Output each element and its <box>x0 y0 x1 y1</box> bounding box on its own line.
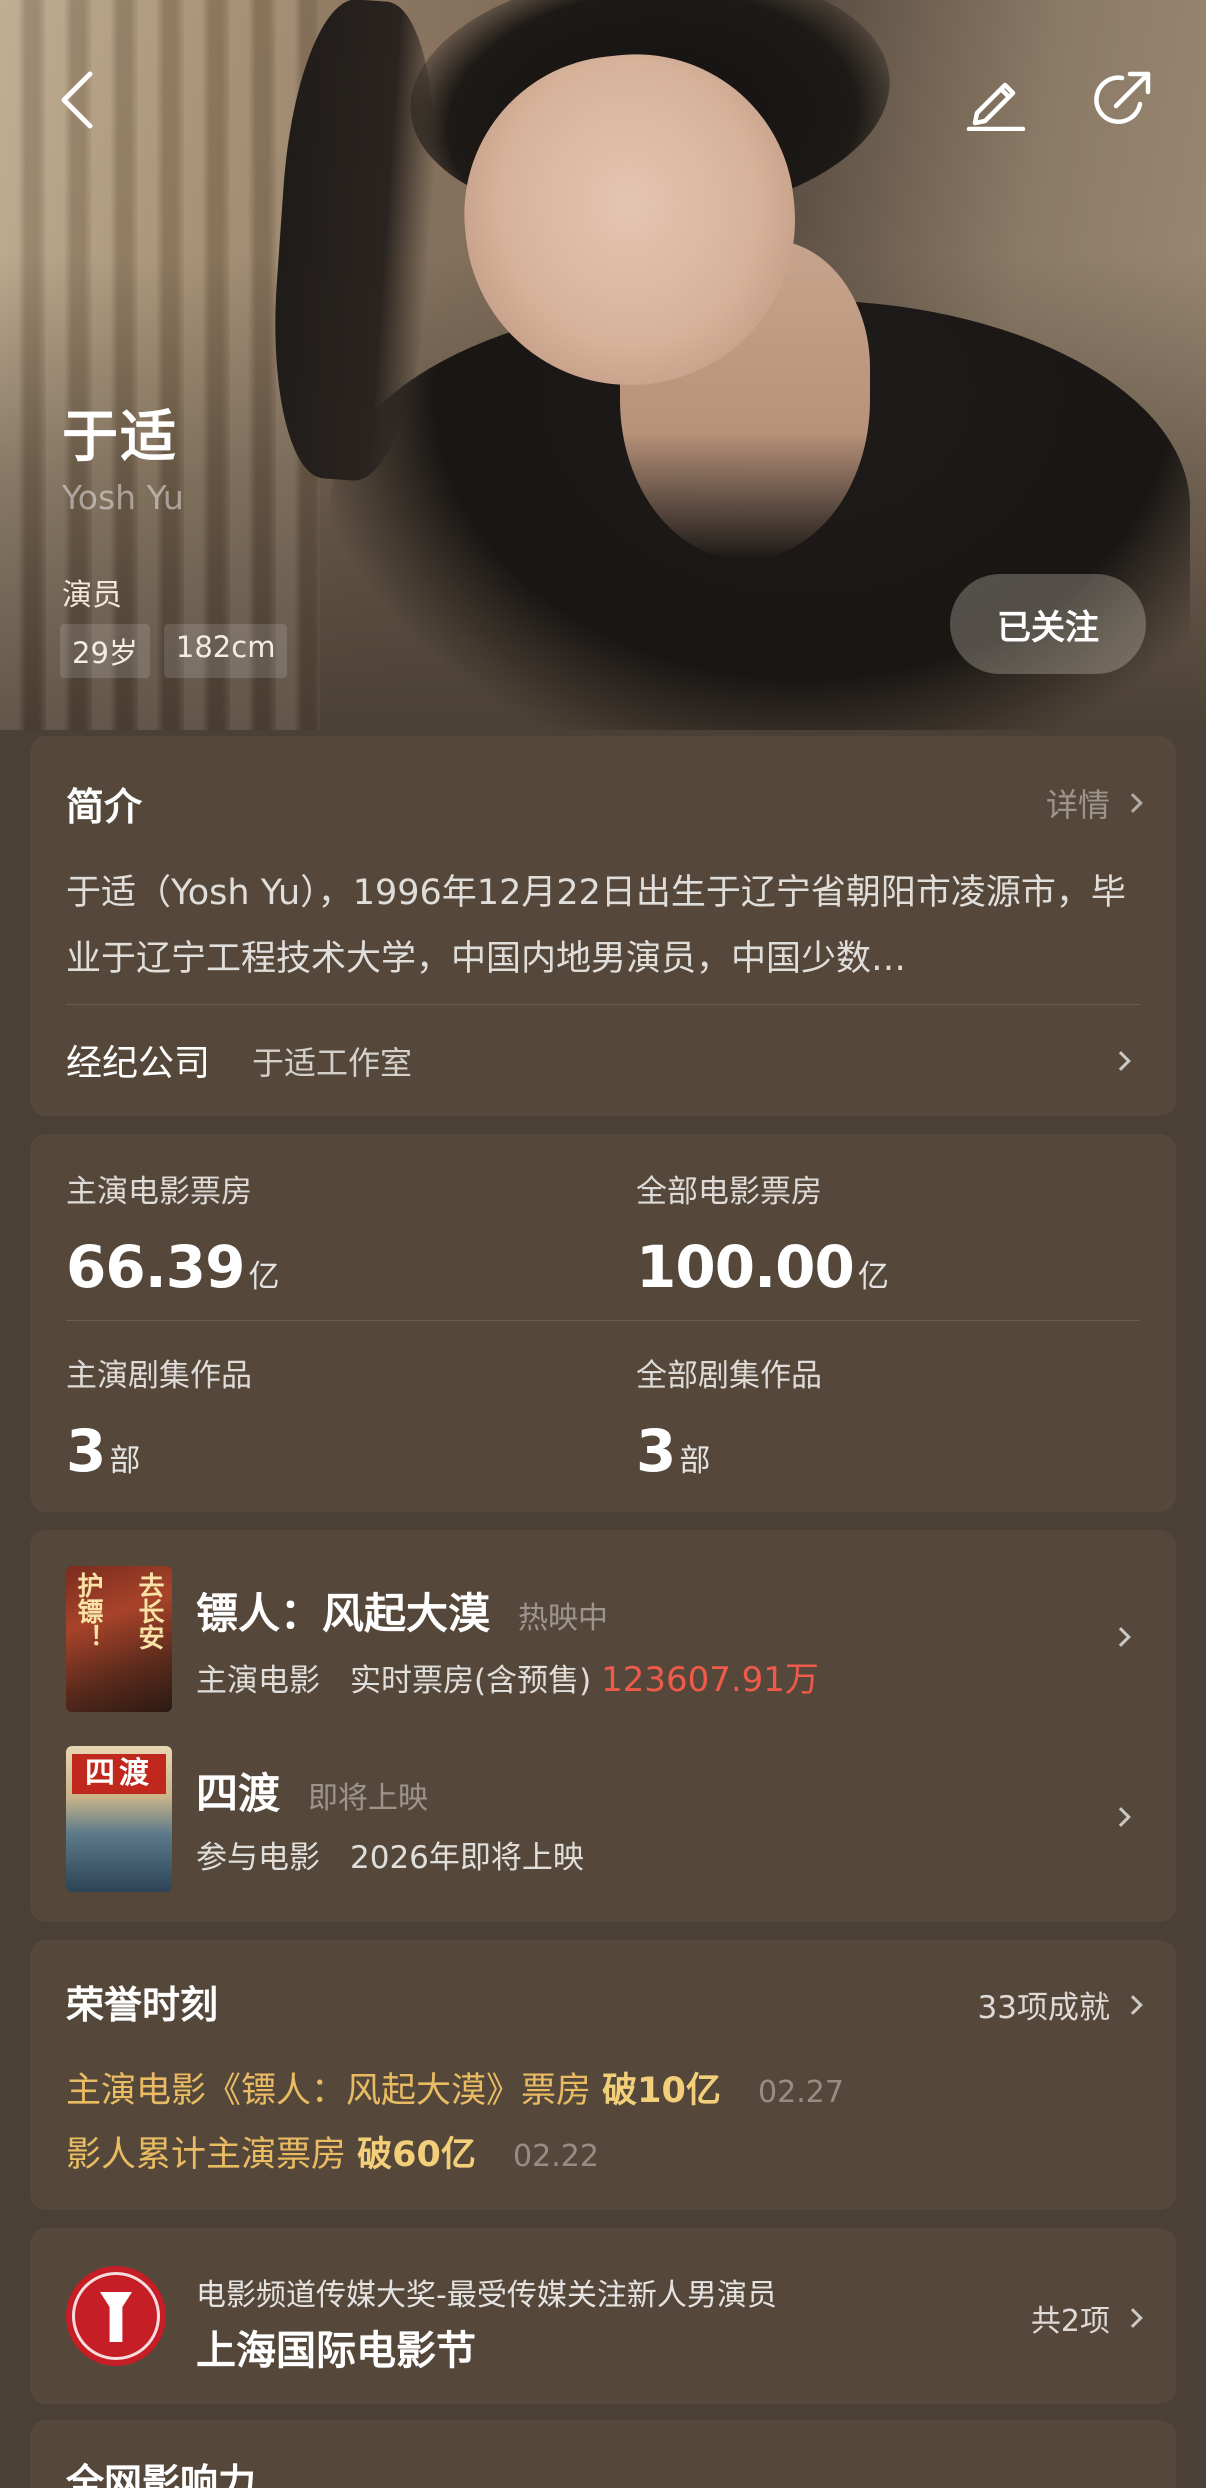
poster-text: 四渡 <box>72 1754 166 1794</box>
intro-detail-link[interactable]: 详情 <box>1045 780 1143 826</box>
stat-value: 100.00 <box>636 1233 855 1301</box>
award-count-link[interactable]: 共2项 <box>1030 2296 1143 2340</box>
stat-all-film-box-office[interactable]: 全部电影票房 100.00 亿 <box>636 1166 889 1301</box>
influence-card: 全网影响力 <box>30 2420 1176 2488</box>
actor-name: 于适 <box>62 405 178 470</box>
honor-text: 影人累计主演票房 <box>66 2135 347 2175</box>
chevron-right-icon[interactable] <box>1111 1051 1131 1071</box>
award-count: 共2项 <box>1030 2304 1110 2339</box>
movie-poster: 护镖！ 去长安 <box>66 1566 172 1712</box>
award-subtitle: 电影频道传媒大奖-最受传媒关注新人男演员 <box>196 2278 777 2313</box>
honors-title: 荣誉时刻 <box>66 1983 219 2027</box>
hero-banner: 于适 Yosh Yu 演员 29岁 182cm 已关注 <box>0 0 1206 730</box>
poster-text: 护镖！ <box>73 1572 103 1650</box>
stat-unit: 部 <box>109 1443 140 1479</box>
chevron-right-icon <box>1123 2308 1143 2328</box>
stat-value: 66.39 <box>66 1233 245 1301</box>
work-info-label: 2026年即将上映 <box>350 1840 584 1876</box>
award-title: 上海国际电影节 <box>196 2328 476 2374</box>
work-info-label: 实时票房(含预售) <box>350 1663 592 1699</box>
chevron-right-icon <box>1123 1994 1143 2015</box>
work-item[interactable]: 护镖！ 去长安 镖人：风起大漠 热映中 主演电影 实时票房(含预售) 123607.… <box>66 1566 1140 1712</box>
work-item[interactable]: 四渡 四渡 即将上映 参与电影 2026年即将上映 <box>66 1746 1140 1892</box>
honor-item[interactable]: 主演电影《镖人：风起大漠》票房 破10亿 02.27 <box>66 2062 844 2113</box>
stat-value: 3 <box>66 1417 106 1485</box>
actor-role: 演员 <box>62 578 122 613</box>
actor-profile-page: 于适 Yosh Yu 演员 29岁 182cm 已关注 简介 详情 于适（Yos… <box>0 0 1206 2488</box>
stat-label: 主演电影票房 <box>66 1174 252 1210</box>
work-status: 热映中 <box>518 1601 609 1636</box>
award-card[interactable]: 电影频道传媒大奖-最受传媒关注新人男演员 上海国际电影节 共2项 <box>30 2228 1176 2404</box>
work-type: 主演电影 <box>196 1663 320 1699</box>
stat-value: 3 <box>636 1417 676 1485</box>
chevron-right-icon <box>1123 793 1143 813</box>
influence-title: 全网影响力 <box>66 2461 257 2488</box>
honor-date: 02.27 <box>758 2075 844 2110</box>
stat-unit: 亿 <box>857 1259 889 1295</box>
honors-count-link[interactable]: 33项成就 <box>977 1982 1143 2027</box>
box-office-value: 123607.91万 <box>601 1660 819 1700</box>
intro-card: 简介 详情 于适（Yosh Yu），1996年12月22日出生于辽宁省朝阳市凌源… <box>30 736 1176 1116</box>
stat-all-series[interactable]: 全部剧集作品 3部 <box>636 1350 822 1485</box>
agency-label: 经纪公司 <box>66 1043 211 1084</box>
back-arrow-icon <box>61 71 93 129</box>
film-festival-logo-icon <box>66 2266 166 2366</box>
work-type: 参与电影 <box>196 1840 320 1876</box>
chevron-right-icon <box>1111 1627 1131 1647</box>
works-card: 护镖！ 去长安 镖人：风起大漠 热映中 主演电影 实时票房(含预售) 123607.… <box>30 1530 1176 1922</box>
stat-label: 全部电影票房 <box>636 1174 822 1210</box>
honor-item[interactable]: 影人累计主演票房 破60亿 02.22 <box>66 2126 599 2177</box>
work-title: 四渡 <box>196 1769 281 1818</box>
age-tag: 29岁 <box>60 624 150 678</box>
box-office-stats-card: 主演电影票房 66.39 亿 全部电影票房 100.00 亿 主演剧集作品 3部 全… <box>30 1134 1176 1512</box>
work-title: 镖人：风起大漠 <box>196 1589 491 1638</box>
stat-label: 主演剧集作品 <box>66 1358 252 1394</box>
honors-card: 荣誉时刻 33项成就 主演电影《镖人：风起大漠》票房 破10亿 02.27 影人… <box>30 1940 1176 2210</box>
stat-lead-film-box-office[interactable]: 主演电影票房 66.39 亿 <box>66 1166 279 1301</box>
movie-poster: 四渡 <box>66 1746 172 1892</box>
back-button[interactable] <box>40 62 116 138</box>
detail-label: 详情 <box>1045 786 1110 824</box>
honors-count: 33项成就 <box>977 1990 1110 2026</box>
honor-text: 主演电影《镖人：风起大漠》票房 <box>66 2071 592 2111</box>
chevron-right-icon <box>1111 1807 1131 1827</box>
follow-button[interactable]: 已关注 <box>950 574 1146 674</box>
honor-highlight: 破10亿 <box>602 2071 721 2111</box>
divider <box>66 1320 1140 1321</box>
stat-lead-series[interactable]: 主演剧集作品 3部 <box>66 1350 252 1485</box>
agency-value[interactable]: 于适工作室 <box>252 1038 412 1084</box>
intro-title: 简介 <box>66 785 143 829</box>
stat-label: 全部剧集作品 <box>636 1358 822 1394</box>
actor-tags: 29岁 182cm <box>60 624 288 678</box>
share-button[interactable] <box>1084 62 1160 138</box>
honor-date: 02.22 <box>513 2139 599 2174</box>
actor-english-name: Yosh Yu <box>62 478 184 517</box>
honor-highlight: 破60亿 <box>357 2135 476 2175</box>
height-tag: 182cm <box>163 624 288 678</box>
intro-bio[interactable]: 于适（Yosh Yu），1996年12月22日出生于辽宁省朝阳市凌源市，毕业于辽… <box>66 860 1136 992</box>
share-icon <box>1094 71 1151 124</box>
stat-unit: 部 <box>679 1443 710 1479</box>
stat-unit: 亿 <box>248 1259 279 1295</box>
edit-button[interactable] <box>958 62 1034 138</box>
poster-text: 去长安 <box>134 1572 164 1650</box>
edit-pencil-icon <box>966 82 1026 131</box>
work-status: 即将上映 <box>308 1781 429 1816</box>
divider <box>66 1004 1140 1005</box>
